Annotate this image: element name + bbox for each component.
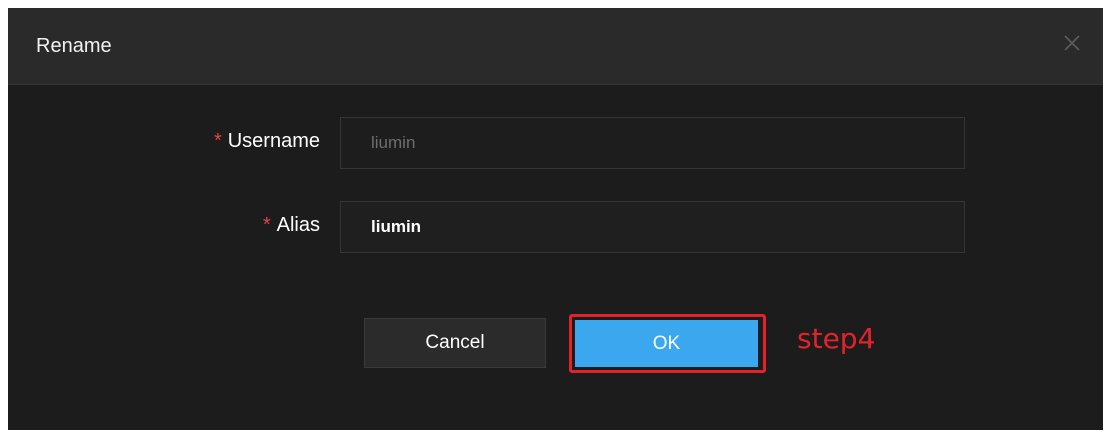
username-input	[340, 117, 965, 169]
username-label-text: Username	[227, 130, 320, 152]
username-label: * Username	[214, 130, 320, 153]
alias-input[interactable]	[340, 201, 965, 253]
alias-label-text: Alias	[276, 214, 320, 236]
alias-label: * Alias	[263, 214, 320, 237]
username-row: * Username	[8, 117, 1103, 169]
close-icon	[1064, 35, 1080, 51]
close-button[interactable]	[1059, 30, 1085, 56]
alias-row: * Alias	[8, 201, 1103, 253]
dialog-title: Rename	[36, 35, 112, 57]
required-mark: *	[262, 214, 271, 236]
step-annotation: step4	[797, 322, 876, 355]
ok-button[interactable]: OK	[575, 320, 758, 367]
required-mark: *	[213, 130, 222, 152]
rename-dialog: Rename *Username *Alias Cancel OK step4	[8, 8, 1103, 430]
dialog-header: Rename	[8, 8, 1103, 85]
cancel-button[interactable]: Cancel	[364, 318, 546, 368]
